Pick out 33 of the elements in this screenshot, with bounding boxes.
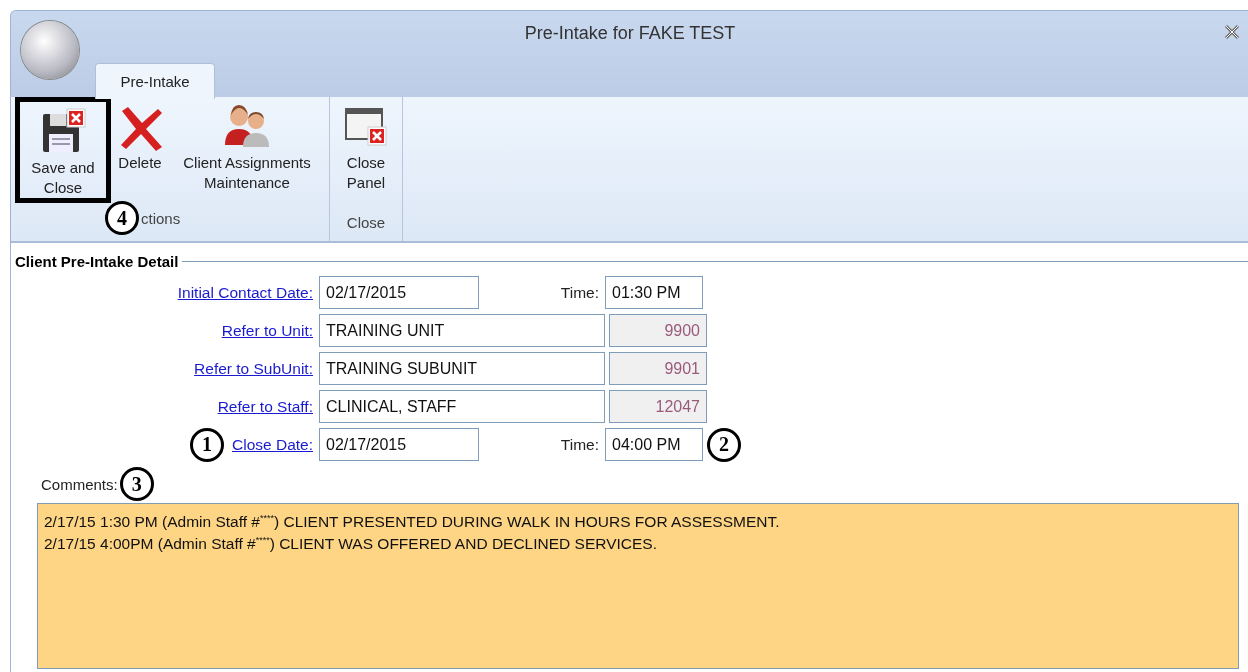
field-link[interactable]: Initial Contact Date: bbox=[177, 283, 313, 302]
window-title: Pre-Intake for FAKE TEST bbox=[524, 23, 736, 43]
text-field[interactable]: 02/17/2015 bbox=[319, 276, 479, 309]
code-field: 9901 bbox=[609, 352, 707, 385]
ribbon-button[interactable]: Save and Close bbox=[15, 97, 111, 203]
callout-number: 4 bbox=[105, 201, 139, 235]
comments-field[interactable]: 2/17/15 1:30 PM (Admin Staff #$^{****}$) CLIENT PRESENTED DURING WALK IN HOURS FOR ASSESSMENT. 2/17/15 4:00PM (Admin Staff #$^{****}$) CLIENT WAS OFFERED AND DECLINED SERVICES. bbox=[37, 503, 1239, 669]
field-link[interactable]: Refer to Staff: bbox=[217, 397, 313, 416]
group-label: Close bbox=[346, 213, 386, 231]
field-link[interactable]: Refer to SubUnit: bbox=[194, 359, 313, 378]
time-field[interactable]: 01:30 PM bbox=[605, 276, 703, 309]
text-field[interactable]: CLINICAL, STAFF bbox=[319, 390, 605, 423]
ribbon-button[interactable]: Delete bbox=[113, 97, 167, 203]
text-field[interactable]: 02/17/2015 bbox=[319, 428, 479, 461]
group-label: ctions bbox=[141, 209, 181, 227]
section-title: Client Pre-Intake Detail bbox=[15, 253, 179, 270]
time-field[interactable]: 04:00 PM bbox=[605, 428, 703, 461]
close-icon[interactable] bbox=[1223, 23, 1241, 41]
code-field: 9900 bbox=[609, 314, 707, 347]
time-label: Time: bbox=[560, 283, 599, 301]
callout-number: 3 bbox=[119, 467, 154, 501]
callout-number: 1 bbox=[190, 427, 224, 462]
text-field[interactable]: TRAINING UNIT bbox=[319, 314, 605, 347]
time-label: Time: bbox=[560, 435, 599, 453]
field-link[interactable]: Close Date: bbox=[232, 435, 313, 454]
ribbon-tab[interactable]: Pre-Intake bbox=[95, 63, 215, 99]
field-link[interactable]: Refer to Unit: bbox=[221, 321, 313, 340]
ribbon-button[interactable]: Client Assignments Maintenance bbox=[169, 97, 325, 203]
callout-number: 2 bbox=[707, 427, 741, 462]
ribbon-button[interactable]: Close Panel bbox=[334, 97, 398, 203]
comments-label: Comments: bbox=[41, 475, 118, 493]
code-field: 12047 bbox=[609, 390, 707, 423]
text-field[interactable]: TRAINING SUBUNIT bbox=[319, 352, 605, 385]
